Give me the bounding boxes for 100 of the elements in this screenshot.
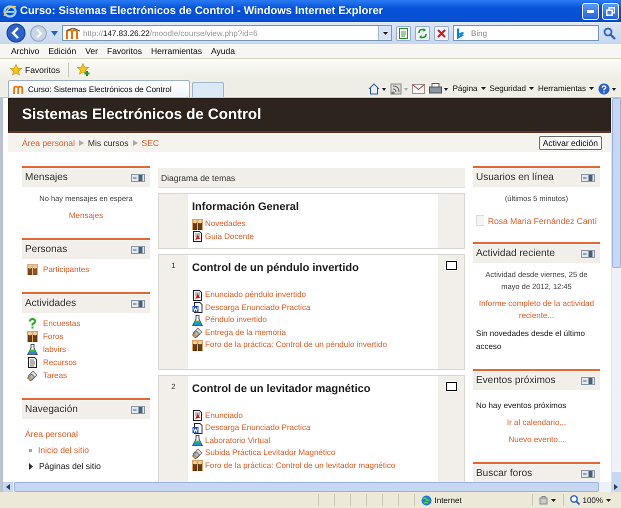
- forward-button[interactable]: [30, 24, 47, 42]
- menu-item[interactable]: Edición: [48, 46, 76, 56]
- breadcrumb-arrow-icon: [78, 140, 84, 146]
- add-favorite-icon[interactable]: [76, 63, 91, 76]
- section-title: Información General: [192, 201, 300, 213]
- minimize-button[interactable]: [582, 2, 599, 20]
- course-title: Sistemas Electrónicos de Control: [22, 106, 262, 123]
- block-link[interactable]: Tareas: [25, 369, 147, 382]
- activity-link[interactable]: Guia Docente: [192, 230, 434, 243]
- flask-icon: [27, 344, 38, 355]
- menu-item[interactable]: Archivo: [11, 46, 40, 56]
- bullet-icon: [29, 448, 32, 452]
- pdf-document-icon: [192, 231, 203, 242]
- menu-item[interactable]: Ver: [85, 46, 98, 56]
- activity-link[interactable]: Descarga Enunciado Practica: [192, 422, 434, 434]
- dock-toggle-icon[interactable]: [131, 174, 145, 182]
- protected-mode-icon[interactable]: [538, 495, 557, 505]
- breadcrumb-link[interactable]: Área personal: [22, 138, 75, 148]
- breadcrumb-link[interactable]: SEC: [142, 138, 160, 148]
- block-link[interactable]: Foros: [25, 330, 147, 343]
- dock-toggle-icon[interactable]: [581, 250, 595, 258]
- vertical-scrollbar[interactable]: [611, 98, 621, 482]
- question-mark-icon: [27, 318, 38, 329]
- block-title: Actividad reciente: [476, 248, 555, 259]
- breadcrumb-arrow-icon: [132, 140, 138, 146]
- nav-item[interactable]: Páginas del sitio: [25, 458, 147, 474]
- document-icon: [27, 357, 38, 368]
- mail-icon[interactable]: [412, 84, 425, 94]
- dropdown-button[interactable]: [378, 26, 391, 40]
- caret-icon: [382, 32, 388, 34]
- dock-toggle-icon[interactable]: [131, 300, 145, 308]
- avatar-icon: [476, 215, 484, 226]
- dock-toggle-icon[interactable]: [131, 406, 145, 414]
- help-icon[interactable]: [598, 82, 617, 94]
- block-text: No hay eventos próximos: [476, 400, 568, 412]
- activity-link[interactable]: Subida Práctica Levitador Magnético: [192, 447, 434, 460]
- command-menu[interactable]: Herramientas: [538, 84, 594, 93]
- block-link[interactable]: Mensajes: [25, 210, 147, 222]
- print-icon[interactable]: [428, 82, 449, 94]
- caret-icon: [528, 87, 534, 90]
- block-link[interactable]: Recursos: [25, 356, 147, 369]
- activity-link[interactable]: Foro de la práctica: Control de un péndulo invertido: [192, 339, 434, 352]
- browser-tab[interactable]: Curso: Sistemas Electrónicos de Control: [8, 80, 190, 97]
- edit-mode-button[interactable]: Activar edición: [538, 136, 602, 150]
- nav-link[interactable]: Área personal: [25, 426, 147, 442]
- block-link[interactable]: Informe completo de la actividad reciente...: [476, 298, 597, 322]
- highlight-toggle[interactable]: [446, 382, 456, 390]
- block-text: Sin novedades desde el último acceso: [476, 328, 586, 353]
- command-menu[interactable]: Seguridad: [490, 84, 534, 93]
- activity-link[interactable]: Péndulo invertido: [192, 314, 434, 326]
- dock-toggle-icon[interactable]: [581, 470, 595, 478]
- search-icon[interactable]: [603, 26, 616, 40]
- activity-link[interactable]: Enunciado péndulo invertido: [192, 289, 434, 302]
- block-link[interactable]: Encuestas: [25, 317, 147, 330]
- activity-link[interactable]: Entrega de la memoria: [192, 326, 434, 339]
- back-button[interactable]: [6, 23, 26, 43]
- home-icon[interactable]: [368, 82, 386, 94]
- history-caret-icon[interactable]: [51, 30, 58, 36]
- activity-link[interactable]: Novedades: [192, 218, 434, 230]
- compatibility-button[interactable]: [396, 26, 411, 40]
- activity-link[interactable]: Descarga Enunciado Practica: [192, 302, 434, 314]
- dock-toggle-icon[interactable]: [581, 376, 595, 384]
- menu-item[interactable]: Favoritos: [107, 46, 142, 56]
- menu-item[interactable]: Ayuda: [211, 46, 235, 56]
- highlight-toggle[interactable]: [446, 261, 456, 270]
- menu-item[interactable]: Herramientas: [150, 46, 202, 56]
- activity-link[interactable]: Enunciado: [192, 410, 434, 422]
- block-link[interactable]: Participantes: [25, 263, 147, 276]
- feeds-icon[interactable]: [390, 82, 408, 94]
- refresh-icon: [417, 28, 428, 38]
- document-icon: [399, 28, 408, 38]
- papers-icon: [192, 327, 203, 338]
- address-field[interactable]: http://147.83.26.22/moodle/course/view.php?id=6: [62, 25, 392, 41]
- activity-link[interactable]: Laboratorio Virtual: [192, 434, 434, 447]
- dock-toggle-icon[interactable]: [131, 246, 145, 254]
- scroll-left-button[interactable]: [3, 482, 13, 492]
- block-title: Buscar foros: [476, 468, 532, 479]
- block-link[interactable]: labvirs: [25, 343, 147, 356]
- maximize-button[interactable]: [602, 2, 619, 20]
- favorites-button[interactable]: Favoritos: [10, 64, 60, 76]
- command-menu[interactable]: Página: [452, 84, 486, 93]
- scroll-thumb[interactable]: [14, 482, 599, 492]
- block-link[interactable]: Nuevo evento...: [476, 434, 597, 446]
- nav-item[interactable]: Inicio del sitio: [25, 442, 147, 458]
- topics-header: Diagrama de temas: [158, 168, 465, 188]
- user-link[interactable]: Rosa Maria Fernández Cantí: [476, 215, 597, 226]
- scroll-thumb[interactable]: [612, 98, 621, 268]
- stop-button[interactable]: [434, 26, 449, 40]
- arrow-left-icon: [6, 484, 10, 490]
- site-logo-icon: [13, 84, 25, 94]
- search-provider-icon: [456, 28, 467, 38]
- zoom-button[interactable]: 100%: [562, 494, 617, 506]
- breadcrumb-text: Mis cursos: [88, 138, 129, 148]
- scroll-right-button[interactable]: [611, 482, 621, 492]
- activity-link[interactable]: Foro de la práctica: Control de un levitador magnético: [192, 460, 434, 472]
- refresh-button[interactable]: [415, 26, 430, 40]
- dock-toggle-icon[interactable]: [581, 174, 595, 182]
- search-field[interactable]: Bing: [453, 25, 599, 41]
- block-link[interactable]: Ir al calendario...: [476, 417, 597, 429]
- papers-icon: [192, 448, 203, 459]
